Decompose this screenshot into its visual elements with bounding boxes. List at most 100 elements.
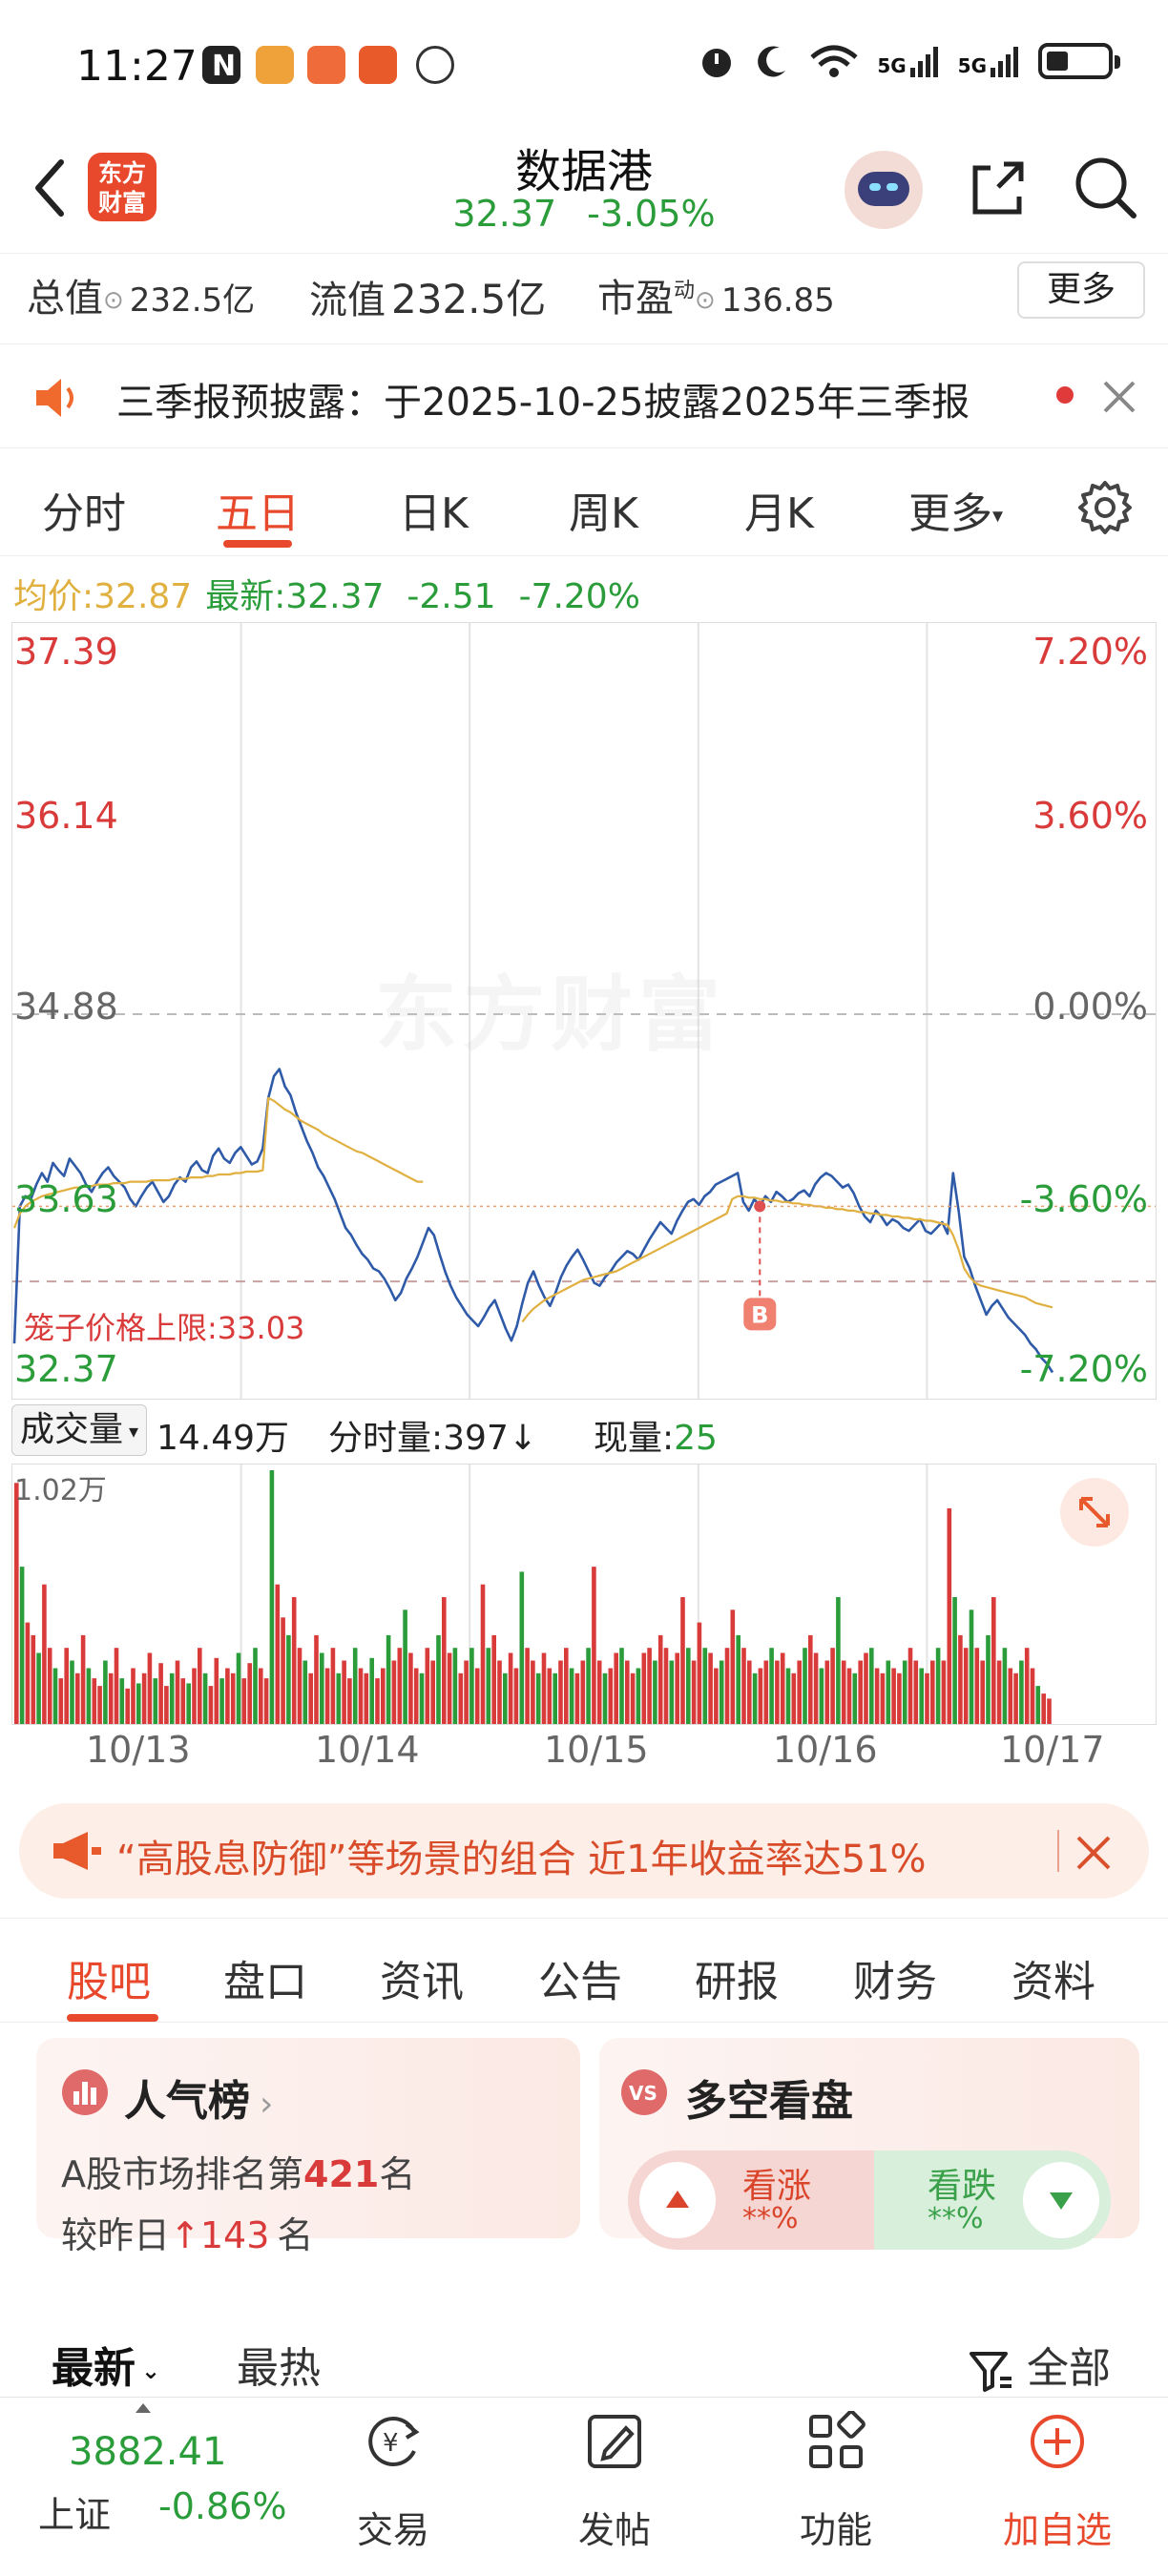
average-price-line (12, 1096, 1053, 1323)
volume-bar (141, 1672, 147, 1724)
volume-bar (336, 1672, 342, 1724)
popularity-card[interactable]: 人气榜 › A股市场排名第421名 较昨日↑143 名 (36, 2038, 580, 2256)
moon-icon (758, 46, 786, 77)
volume-bar (852, 1672, 858, 1724)
volume-bar (991, 1597, 996, 1724)
volume-bar (736, 1634, 740, 1724)
volume-bar (147, 1652, 153, 1724)
bear-button[interactable]: 看跌 **% (874, 2150, 1111, 2250)
volume-bar (719, 1660, 724, 1724)
volume-bar (442, 1597, 447, 1724)
volume-bar (1002, 1648, 1008, 1724)
bull-bear-card[interactable]: VS 多空看盘 看涨 **% 看跌 **% (599, 2038, 1139, 2250)
volume-bar (803, 1648, 807, 1724)
volume-bar (925, 1672, 929, 1724)
bull-button[interactable]: 看涨 **% (628, 2150, 874, 2250)
close-icon[interactable] (1074, 1834, 1113, 1872)
nav-post[interactable]: 发帖 (529, 2398, 700, 2576)
volume-bar (1013, 1672, 1018, 1724)
alarm-icon (702, 49, 732, 77)
stock-change-pct: -3.05% (587, 193, 716, 235)
stock-stats: 总值⊙ 232.5亿 流值 232.5亿 市盈动⊙ 136.85 更多 (0, 253, 1168, 339)
close-icon[interactable] (1101, 379, 1137, 415)
volume-bar (291, 1597, 297, 1724)
tab-news[interactable]: 资讯 (380, 1947, 464, 2008)
nav-trade[interactable]: ¥ 交易 (307, 2398, 479, 2576)
volume-bar (569, 1668, 574, 1724)
share-icon[interactable] (964, 155, 1031, 221)
promo-banner[interactable]: “高股息防御”等场景的组合 近1年收益率达51% (19, 1803, 1149, 1899)
tab-more[interactable]: 更多▾ (908, 479, 1003, 540)
settings-gear-icon[interactable] (1076, 479, 1134, 536)
volume-bar (153, 1678, 158, 1724)
tab-financials[interactable]: 财务 (853, 1947, 937, 2008)
volume-bar (474, 1668, 480, 1724)
volume-bar (574, 1672, 580, 1724)
volume-bar (314, 1634, 319, 1724)
tab-five-day[interactable]: 五日 (216, 479, 300, 540)
pe-ratio: 市盈动⊙ 136.85 (597, 277, 835, 321)
trade-icon: ¥ (368, 2417, 420, 2466)
app-notification-icon (307, 46, 345, 84)
nav-add-watchlist[interactable]: 加自选 (971, 2398, 1143, 2576)
volume-bar (230, 1672, 236, 1724)
volume-bar (42, 1584, 47, 1724)
more-stats-button[interactable]: 更多 (1017, 261, 1145, 319)
bull-bear-title: 多空看盘 (685, 2077, 853, 2126)
volume-bar (75, 1672, 80, 1724)
tab-research[interactable]: 研报 (695, 1947, 779, 2008)
search-icon[interactable] (1073, 155, 1139, 221)
float-market-value: 流值 232.5亿 (309, 276, 547, 322)
volume-bar (364, 1672, 369, 1724)
volume-bar (958, 1634, 963, 1724)
volume-bar (386, 1634, 391, 1724)
volume-bar (941, 1660, 947, 1724)
filter-all[interactable]: 全部 (968, 2334, 1111, 2395)
nav-functions[interactable]: 功能 (750, 2398, 922, 2576)
volume-bar (763, 1660, 769, 1724)
volume-bar (813, 1652, 819, 1724)
tab-weekly-k[interactable]: 周K (569, 479, 638, 540)
volume-bar (775, 1660, 780, 1724)
tab-intraday[interactable]: 分时 (42, 479, 126, 540)
volume-bar (14, 1483, 19, 1724)
volume-bar (452, 1648, 458, 1724)
tab-profile[interactable]: 资料 (1012, 1947, 1095, 2008)
active-tab-indicator (67, 2014, 158, 2022)
volume-bar (241, 1678, 247, 1724)
y-tick-left: 34.88 (14, 986, 118, 1028)
five-day-price-chart[interactable]: B 37.39 36.14 34.88 33.63 32.37 7.20% 3.… (11, 622, 1157, 1400)
tab-forum[interactable]: 股吧 (67, 1947, 151, 2008)
index-value: 3882.41 (69, 2430, 227, 2474)
ai-assistant-icon[interactable] (845, 151, 923, 229)
nfc-icon: N (202, 46, 240, 84)
dropdown-arrow-icon: ▾ (992, 504, 1004, 529)
volume-bar (1008, 1668, 1013, 1724)
y-tick-left: 32.37 (14, 1348, 118, 1390)
tab-announcements[interactable]: 公告 (538, 1947, 622, 2008)
volume-bar (169, 1672, 175, 1724)
announcement-bar[interactable]: 三季报预披露：于2025-10-25披露2025年三季报 (0, 343, 1168, 448)
compose-icon (588, 2415, 641, 2468)
volume-bar (919, 1668, 924, 1724)
tab-monthly-k[interactable]: 月K (744, 479, 814, 540)
volume-bar (497, 1660, 502, 1724)
sort-hot[interactable]: 最热 (237, 2334, 321, 2395)
volume-chart[interactable]: 1.02万 (11, 1464, 1157, 1725)
volume-bar (103, 1660, 108, 1724)
volume-bar (25, 1622, 31, 1724)
indicator-selector[interactable]: 成交量 ▾ (11, 1404, 147, 1456)
current-volume: 现量:25 (594, 1419, 718, 1458)
volume-bar (653, 1660, 657, 1724)
volume-bar (397, 1648, 403, 1724)
volume-bar (636, 1668, 641, 1724)
tab-order-book[interactable]: 盘口 (223, 1947, 307, 2008)
expand-chart-button[interactable] (1060, 1478, 1129, 1547)
volume-bar (846, 1668, 852, 1724)
index-ticker[interactable]: 3882.41 上证 -0.86% (0, 2398, 305, 2576)
total-market-value: 总值⊙ 232.5亿 (27, 277, 256, 321)
tab-daily-k[interactable]: 日K (399, 479, 469, 540)
sort-latest[interactable]: 最新 ⌄ (52, 2334, 160, 2395)
volume-bar (58, 1678, 64, 1724)
volume-bar (525, 1648, 530, 1724)
